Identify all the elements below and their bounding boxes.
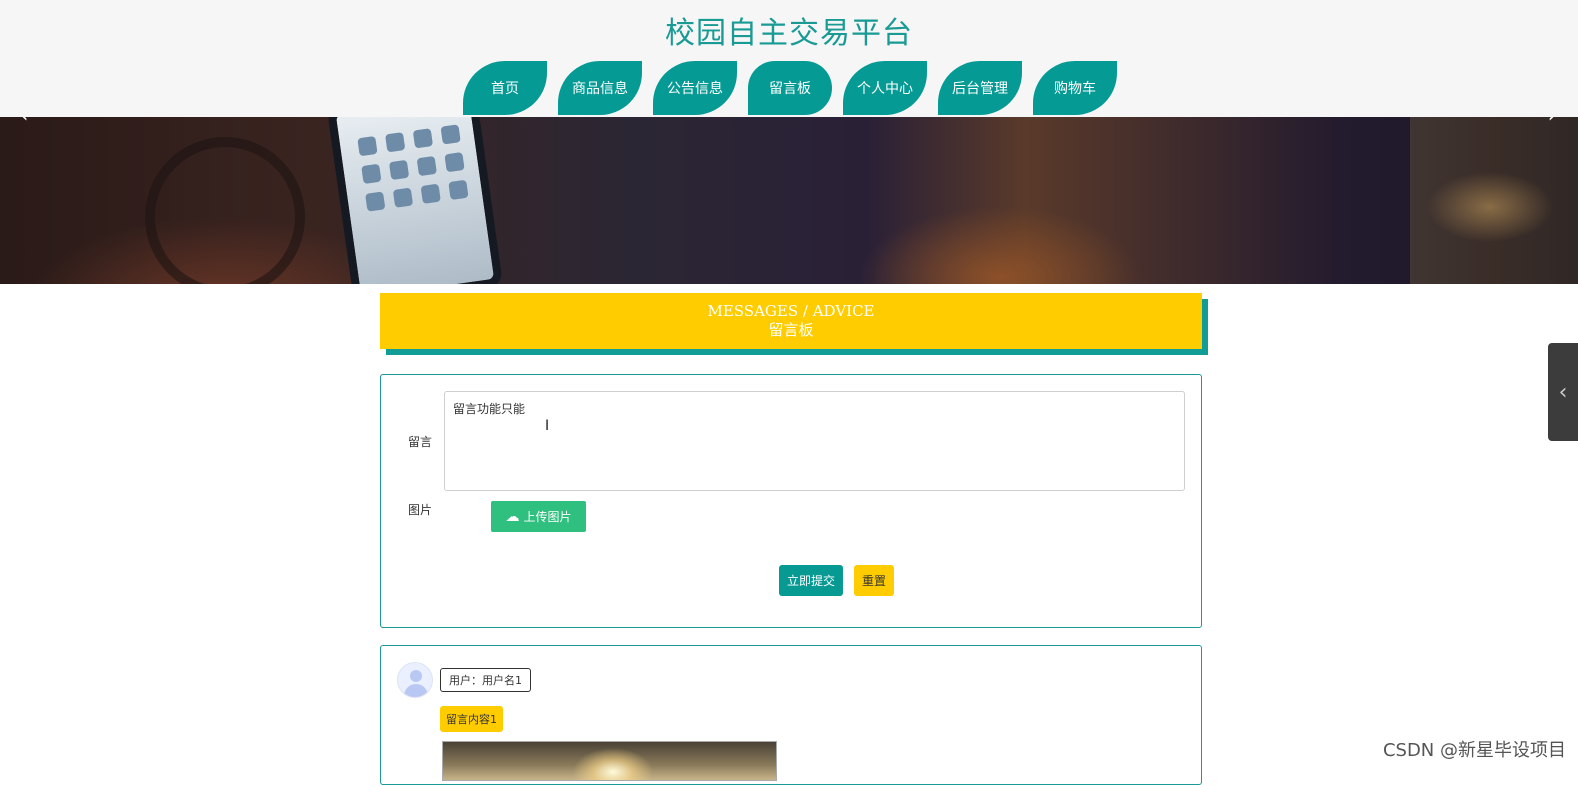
nav-item-personal-center[interactable]: 个人中心 xyxy=(843,61,927,115)
section-title: MESSAGES / ADVICE 留言板 xyxy=(380,293,1202,349)
reset-button[interactable]: 重置 xyxy=(854,565,894,596)
submit-button[interactable]: 立即提交 xyxy=(779,565,843,596)
message-textarea[interactable] xyxy=(444,391,1185,491)
banner-carousel: ‹ › xyxy=(0,117,1578,284)
text-cursor-icon: I xyxy=(545,418,550,434)
watermark: CSDN @新星毕设项目 xyxy=(1382,740,1566,761)
banner-cup-logo xyxy=(145,137,305,284)
nav-item-announcements[interactable]: 公告信息 xyxy=(653,61,737,115)
banner-prev-icon[interactable]: ‹ xyxy=(12,117,36,128)
nav-item-admin[interactable]: 后台管理 xyxy=(938,61,1022,115)
chevron-left-icon: ‹ xyxy=(1558,379,1568,405)
nav-item-products[interactable]: 商品信息 xyxy=(558,61,642,115)
message-image xyxy=(442,741,777,781)
user-avatar xyxy=(397,662,433,698)
banner-next-slide-preview xyxy=(1410,117,1578,284)
upload-image-button[interactable]: ☁ 上传图片 xyxy=(491,501,586,532)
nav-item-message-board[interactable]: 留言板 xyxy=(748,61,832,115)
nav-item-home[interactable]: 首页 xyxy=(463,61,547,115)
image-label: 图片 xyxy=(408,503,433,517)
banner-next-icon[interactable]: › xyxy=(1540,117,1564,128)
cloud-upload-icon: ☁ xyxy=(505,508,520,525)
site-header: 校园自主交易平台 首页 商品信息 公告信息 留言板 个人中心 后台管理 购物车 xyxy=(0,0,1578,117)
section-title-en: MESSAGES / ADVICE xyxy=(707,302,875,320)
banner-phone-image xyxy=(326,117,504,284)
message-content: 留言内容1 xyxy=(440,706,503,732)
nav-item-cart[interactable]: 购物车 xyxy=(1033,61,1117,115)
message-user: 用户：用户名1 xyxy=(440,668,531,692)
message-form: 留言 图片 ☁ 上传图片 立即提交 重置 xyxy=(380,374,1202,628)
section-title-zh: 留言板 xyxy=(768,321,814,339)
message-list-item: 用户：用户名1 留言内容1 xyxy=(380,645,1202,785)
message-label: 留言 xyxy=(408,435,433,449)
upload-image-label: 上传图片 xyxy=(523,510,572,524)
side-panel-toggle[interactable]: ‹ xyxy=(1548,343,1578,441)
site-title: 校园自主交易平台 xyxy=(665,16,913,51)
main-nav: 首页 商品信息 公告信息 留言板 个人中心 后台管理 购物车 xyxy=(463,61,1128,115)
